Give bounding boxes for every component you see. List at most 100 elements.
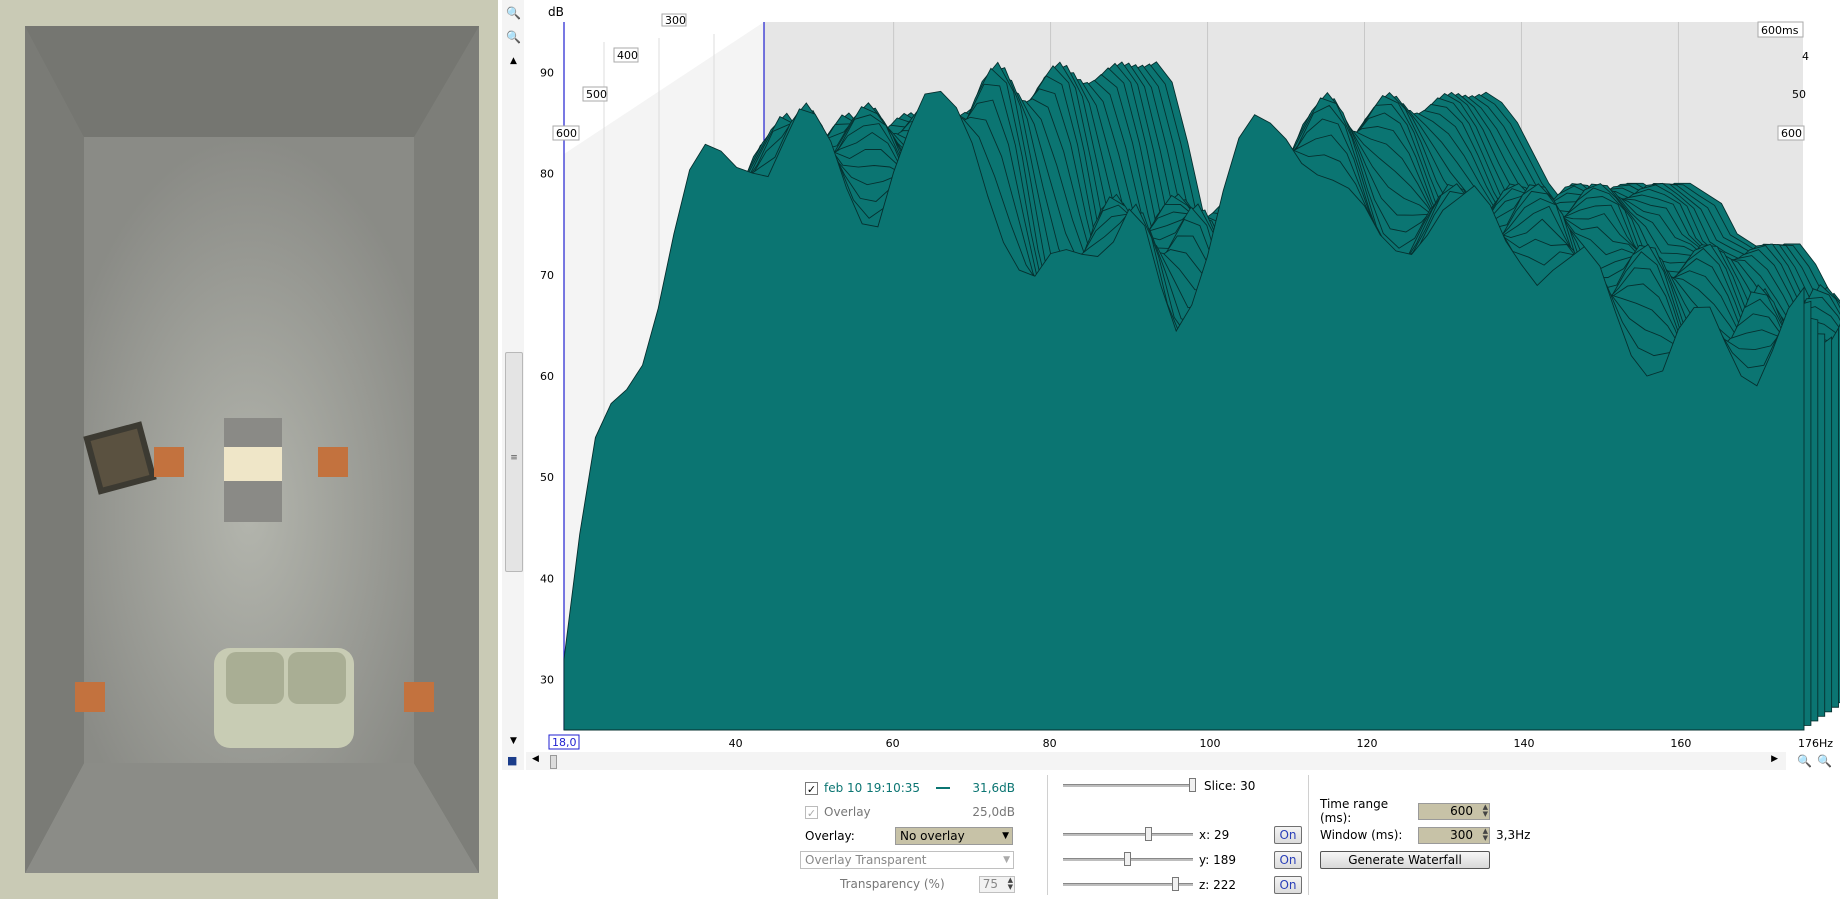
transparency-label: Transparency (%) bbox=[840, 877, 945, 891]
time-label-300: 300 bbox=[665, 14, 686, 27]
time-range-label: Time range (ms): bbox=[1320, 797, 1389, 825]
zoom-in-x-icon[interactable]: 🔍 bbox=[1797, 754, 1812, 768]
sofa bbox=[214, 648, 354, 748]
room-render bbox=[0, 0, 498, 899]
overlay-mode-row: Overlay Transparent ▼ bbox=[800, 850, 1014, 870]
measurement-value: 31,6dB bbox=[972, 781, 1015, 795]
y-tick-label: 80 bbox=[540, 168, 554, 181]
slice-slider-knob[interactable] bbox=[1189, 778, 1196, 792]
room-view[interactable] bbox=[0, 0, 498, 899]
transparency-spinner[interactable]: 75 ▲ ▼ bbox=[979, 875, 1015, 893]
y-tick-label: 30 bbox=[540, 673, 554, 686]
x-tick-label: 80 bbox=[1043, 737, 1057, 750]
time-label-right-50: 50 bbox=[1792, 88, 1806, 101]
z-label: z: 222 bbox=[1199, 878, 1237, 892]
spinner-arrows-icon: ▲ ▼ bbox=[1482, 802, 1488, 818]
overlay-mode-value: Overlay Transparent bbox=[805, 853, 927, 867]
overlay-select[interactable]: No overlay ▼ bbox=[895, 827, 1013, 845]
x-tick-label: 160 bbox=[1670, 737, 1691, 750]
time-label-right-4: 4 bbox=[1802, 50, 1809, 63]
x-label: x: 29 bbox=[1199, 828, 1230, 842]
zoom-out-icon[interactable]: 🔍 bbox=[506, 30, 521, 44]
y-label: y: 189 bbox=[1199, 853, 1236, 867]
speaker-rear-right bbox=[404, 682, 434, 712]
scroll-right-icon[interactable]: ▶ bbox=[1771, 754, 1778, 764]
separator-2 bbox=[1308, 775, 1309, 895]
time-range-spinner[interactable]: 600 ▲ ▼ bbox=[1418, 802, 1490, 820]
y-slider[interactable] bbox=[1063, 852, 1193, 866]
x-on-button[interactable]: On bbox=[1274, 826, 1302, 844]
waterfall-chart[interactable]: 30 40 50 60 70 80 90 40 60 80 100 120 140 160 dB 300… bbox=[526, 0, 1840, 770]
time-label-500: 500 bbox=[586, 88, 607, 101]
hscroll-thumb[interactable] bbox=[550, 755, 557, 769]
speaker-rear-left bbox=[75, 682, 105, 712]
slider-track bbox=[1063, 833, 1193, 836]
measurement-checkbox[interactable]: ✓ bbox=[805, 781, 818, 796]
time-label-400: 400 bbox=[617, 49, 638, 62]
window-label: Window (ms): bbox=[1320, 828, 1403, 842]
time-range-row: Time range (ms): 600 ▲ ▼ bbox=[1320, 797, 1490, 825]
save-icon[interactable]: ■ bbox=[507, 754, 517, 768]
y-tick-label: 50 bbox=[540, 471, 554, 484]
generate-waterfall-button[interactable]: Generate Waterfall bbox=[1320, 851, 1490, 869]
time-label-600: 600 bbox=[556, 127, 577, 140]
x-tick-label: 60 bbox=[886, 737, 900, 750]
transparency-value: 75 bbox=[982, 876, 998, 891]
x-slider-knob[interactable] bbox=[1145, 827, 1152, 841]
overlay-mode-select[interactable]: Overlay Transparent ▼ bbox=[800, 851, 1014, 869]
scroll-left-icon[interactable]: ◀ bbox=[532, 754, 539, 764]
overlay-checkbox[interactable]: ✓ bbox=[805, 805, 818, 820]
y-slider-knob[interactable] bbox=[1124, 852, 1131, 866]
y-on-button[interactable]: On bbox=[1274, 851, 1302, 869]
x-slider[interactable] bbox=[1063, 827, 1193, 841]
overlay-select-value: No overlay bbox=[900, 829, 965, 843]
resolution-label: 3,3Hz bbox=[1496, 828, 1531, 842]
x-tick-label: 100 bbox=[1200, 737, 1221, 750]
legend-measurement-row: ✓ feb 10 19:10:35 31,6dB bbox=[805, 778, 1015, 798]
horizontal-scrollbar[interactable]: ◀ ▶ bbox=[526, 752, 1786, 770]
chevron-down-icon: ▼ bbox=[1003, 855, 1010, 865]
x-start-label: 18,0 bbox=[552, 736, 577, 749]
zoom-out-x-icon[interactable]: 🔍 bbox=[1817, 754, 1832, 768]
separator-1 bbox=[1047, 775, 1048, 895]
x-tick-label: 140 bbox=[1513, 737, 1534, 750]
spinner-arrows-icon: ▲ ▼ bbox=[1482, 826, 1488, 842]
spinner-arrows-icon: ▲ ▼ bbox=[1007, 875, 1013, 891]
chevron-down-icon: ▼ bbox=[1002, 831, 1009, 841]
center-table bbox=[224, 447, 282, 481]
overlay-label: Overlay bbox=[824, 805, 871, 819]
waterfall-svg: 30 40 50 60 70 80 90 40 60 80 100 120 140 160 dB 300… bbox=[526, 0, 1840, 752]
window-value: 300 bbox=[1450, 827, 1473, 842]
y-tick-label: 70 bbox=[540, 269, 554, 282]
speaker-left bbox=[154, 447, 184, 477]
scroll-down-icon[interactable]: ▼ bbox=[510, 734, 517, 748]
scroll-thumb[interactable]: ≡ bbox=[505, 352, 523, 572]
measurement-label: feb 10 19:10:35 bbox=[824, 781, 921, 795]
y-unit-label: dB bbox=[548, 5, 564, 19]
speaker-right bbox=[318, 447, 348, 477]
zoom-in-icon[interactable]: 🔍 bbox=[506, 6, 521, 20]
x-tick-label: 120 bbox=[1357, 737, 1378, 750]
legend-overlay-row: ✓ Overlay 25,0dB bbox=[805, 802, 1015, 822]
z-slider-knob[interactable] bbox=[1172, 877, 1179, 891]
y-tick-label: 90 bbox=[540, 67, 554, 80]
slice-label: Slice: 30 bbox=[1204, 779, 1256, 793]
y-tick-label: 60 bbox=[540, 370, 554, 383]
slice-slider[interactable] bbox=[1063, 778, 1196, 792]
z-on-button[interactable]: On bbox=[1274, 876, 1302, 894]
y-tick-label: 40 bbox=[540, 572, 554, 585]
time-label-right-600: 600 bbox=[1781, 127, 1802, 140]
scroll-up-icon[interactable]: ▲ bbox=[510, 54, 517, 68]
time-range-value: 600 bbox=[1450, 803, 1473, 818]
overlay-value: 25,0dB bbox=[972, 805, 1015, 819]
slider-track bbox=[1063, 784, 1196, 787]
time-label-600ms: 600ms bbox=[1761, 24, 1799, 37]
x-tick-label: 40 bbox=[729, 737, 743, 750]
window-spinner[interactable]: 300 ▲ ▼ bbox=[1418, 826, 1490, 844]
x-end-label: 176Hz bbox=[1798, 737, 1833, 750]
transparency-row: Transparency (%) 75 ▲ ▼ bbox=[840, 874, 1015, 894]
window-row: Window (ms): 300 ▲ ▼ 3,3Hz bbox=[1320, 825, 1530, 845]
measurement-swatch bbox=[936, 787, 951, 789]
overlay-select-row: Overlay: No overlay ▼ bbox=[805, 826, 1015, 846]
z-slider[interactable] bbox=[1063, 877, 1193, 891]
